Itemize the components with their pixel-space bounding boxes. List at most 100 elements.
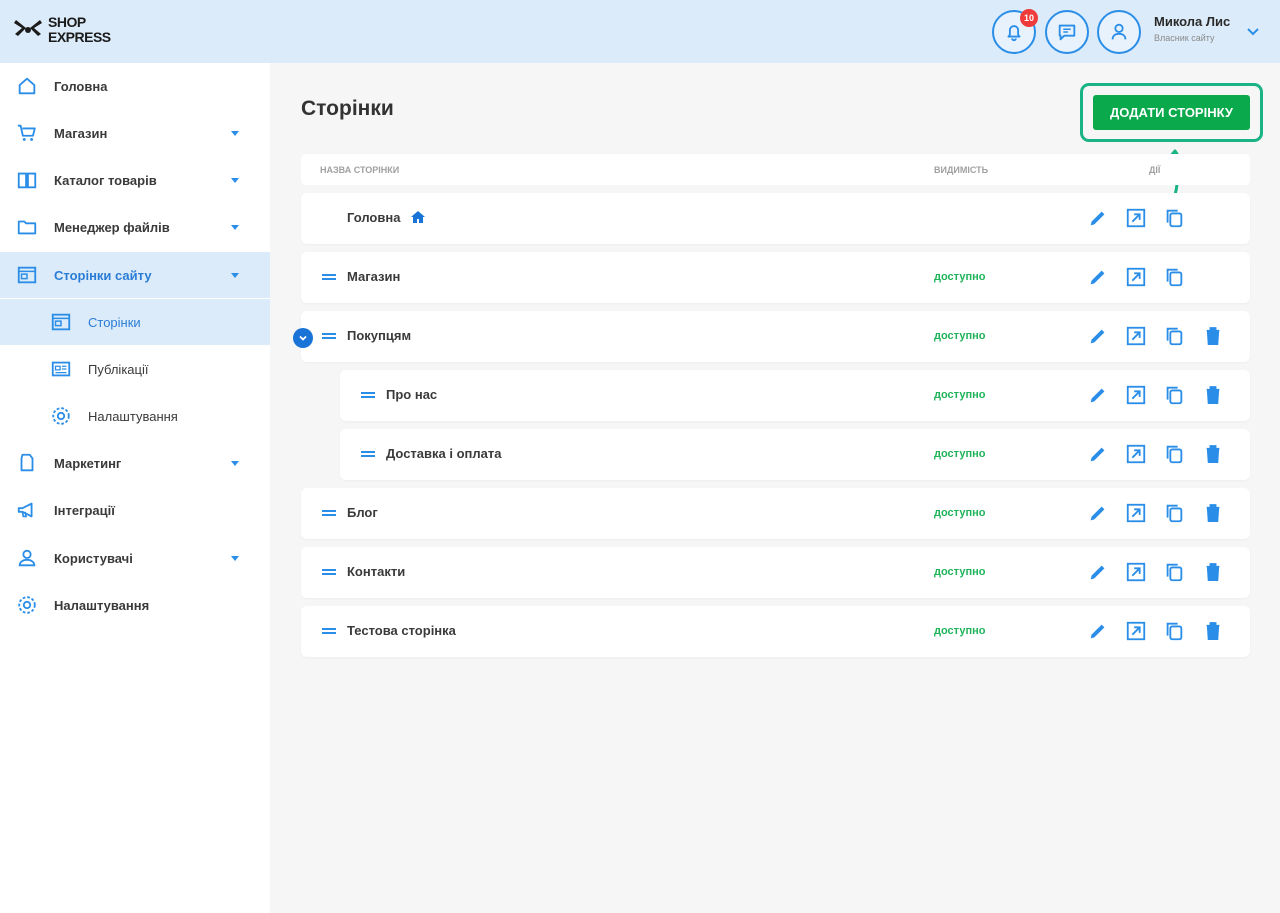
chevron-down-icon bbox=[299, 335, 307, 341]
visibility-status: доступно bbox=[934, 271, 986, 283]
open-page-icon[interactable] bbox=[1125, 207, 1147, 229]
newspaper-icon bbox=[51, 361, 71, 377]
table-row[interactable]: Доставка і оплата доступно bbox=[340, 429, 1250, 480]
open-page-icon[interactable] bbox=[1125, 443, 1147, 465]
user-icon bbox=[1111, 23, 1127, 40]
top-header: SHOP EXPRESS 10 Микола Лис Власник сайту bbox=[0, 0, 1280, 63]
user-role: Власник сайту bbox=[1154, 33, 1215, 43]
sidebar-item-marketing[interactable]: Маркетинг bbox=[0, 440, 270, 486]
sidebar-item-site-pages[interactable]: Сторінки сайту bbox=[0, 252, 270, 298]
user-info[interactable]: Микола Лис Власник сайту bbox=[1154, 14, 1230, 43]
sidebar-item-shop[interactable]: Магазин bbox=[0, 110, 270, 156]
table-row[interactable]: Тестова сторінка доступно bbox=[301, 606, 1250, 657]
trash-icon[interactable] bbox=[1202, 443, 1224, 465]
logo-text: SHOP EXPRESS bbox=[48, 14, 111, 45]
tag-icon bbox=[20, 453, 34, 472]
drag-handle-icon[interactable] bbox=[322, 508, 336, 518]
drag-handle-icon[interactable] bbox=[322, 626, 336, 636]
profile-button[interactable] bbox=[1097, 10, 1141, 54]
gear-icon bbox=[18, 596, 36, 614]
add-page-highlight: ДОДАТИ СТОРІНКУ bbox=[1080, 83, 1263, 142]
drag-handle-icon[interactable] bbox=[322, 331, 336, 341]
column-header-visibility: Видимість bbox=[934, 165, 989, 175]
sidebar-item-label: Налаштування bbox=[54, 597, 150, 613]
caret-down-icon bbox=[231, 556, 239, 561]
sidebar-item-home[interactable]: Головна bbox=[0, 63, 270, 109]
messages-button[interactable] bbox=[1045, 10, 1089, 54]
sidebar-item-label: Менеджер файлів bbox=[54, 219, 170, 235]
sidebar-item-pages[interactable]: Сторінки bbox=[0, 299, 270, 345]
sidebar-item-label: Головна bbox=[54, 78, 108, 94]
visibility-status: доступно bbox=[934, 330, 986, 342]
copy-icon[interactable] bbox=[1163, 443, 1185, 465]
caret-down-icon bbox=[231, 273, 239, 278]
table-row[interactable]: Блог доступно bbox=[301, 488, 1250, 539]
visibility-status: доступно bbox=[934, 625, 986, 637]
copy-icon[interactable] bbox=[1163, 325, 1185, 347]
copy-icon[interactable] bbox=[1163, 620, 1185, 642]
page-name: Про нас bbox=[386, 387, 438, 402]
edit-icon[interactable] bbox=[1087, 561, 1109, 583]
book-icon bbox=[17, 172, 37, 189]
sidebar-item-users[interactable]: Користувачі bbox=[0, 535, 270, 581]
page-name: Покупцям bbox=[347, 328, 412, 343]
sidebar-item-integrations[interactable]: Інтеграції bbox=[0, 487, 270, 533]
page-name: Тестова сторінка bbox=[347, 623, 456, 638]
chevron-down-icon[interactable] bbox=[1246, 24, 1260, 38]
sidebar-item-publications[interactable]: Публікації bbox=[0, 346, 270, 392]
copy-icon[interactable] bbox=[1163, 384, 1185, 406]
edit-icon[interactable] bbox=[1087, 207, 1109, 229]
table-row[interactable]: Покупцям доступно bbox=[301, 311, 1250, 362]
page-name: Контакти bbox=[347, 564, 406, 579]
open-page-icon[interactable] bbox=[1125, 620, 1147, 642]
trash-icon[interactable] bbox=[1202, 384, 1224, 406]
copy-icon[interactable] bbox=[1163, 207, 1185, 229]
open-page-icon[interactable] bbox=[1125, 502, 1147, 524]
edit-icon[interactable] bbox=[1087, 443, 1109, 465]
chat-icon bbox=[1058, 24, 1076, 41]
trash-icon[interactable] bbox=[1202, 325, 1224, 347]
open-page-icon[interactable] bbox=[1125, 384, 1147, 406]
logo-mark-icon bbox=[14, 20, 42, 36]
trash-icon[interactable] bbox=[1202, 502, 1224, 524]
trash-icon[interactable] bbox=[1202, 620, 1224, 642]
edit-icon[interactable] bbox=[1087, 325, 1109, 347]
sidebar-item-pages-settings[interactable]: Налаштування bbox=[0, 393, 270, 439]
column-header-name: Назва сторінки bbox=[320, 165, 400, 175]
notifications-button[interactable]: 10 bbox=[992, 9, 1038, 54]
copy-icon[interactable] bbox=[1163, 561, 1185, 583]
edit-icon[interactable] bbox=[1087, 502, 1109, 524]
drag-handle-icon[interactable] bbox=[322, 272, 336, 282]
table-row[interactable]: Про нас доступно bbox=[340, 370, 1250, 421]
drag-handle-icon[interactable] bbox=[361, 449, 375, 459]
sidebar-item-label: Сторінки bbox=[88, 314, 141, 330]
drag-handle-icon[interactable] bbox=[361, 390, 375, 400]
drag-handle-icon[interactable] bbox=[322, 567, 336, 577]
gear-icon bbox=[52, 407, 70, 425]
edit-icon[interactable] bbox=[1087, 384, 1109, 406]
open-page-icon[interactable] bbox=[1125, 266, 1147, 288]
visibility-status: доступно bbox=[934, 389, 986, 401]
user-icon bbox=[18, 549, 36, 567]
sidebar-item-catalog[interactable]: Каталог товарів bbox=[0, 157, 270, 203]
table-row[interactable]: Контакти доступно bbox=[301, 547, 1250, 598]
edit-icon[interactable] bbox=[1087, 266, 1109, 288]
add-page-button[interactable]: ДОДАТИ СТОРІНКУ bbox=[1093, 95, 1250, 130]
page-name: Магазин bbox=[347, 269, 401, 284]
open-page-icon[interactable] bbox=[1125, 325, 1147, 347]
trash-icon[interactable] bbox=[1202, 561, 1224, 583]
open-page-icon[interactable] bbox=[1125, 561, 1147, 583]
copy-icon[interactable] bbox=[1163, 502, 1185, 524]
sidebar-item-label: Каталог товарів bbox=[54, 172, 157, 188]
edit-icon[interactable] bbox=[1087, 620, 1109, 642]
collapse-children-button[interactable] bbox=[293, 328, 313, 348]
sidebar-item-settings[interactable]: Налаштування bbox=[0, 582, 270, 628]
copy-icon[interactable] bbox=[1163, 266, 1185, 288]
table-row[interactable]: Магазин доступно bbox=[301, 252, 1250, 303]
caret-down-icon bbox=[231, 131, 239, 136]
shop-express-logo[interactable]: SHOP EXPRESS bbox=[12, 14, 111, 46]
caret-down-icon bbox=[231, 461, 239, 466]
table-row[interactable]: Головна bbox=[301, 193, 1250, 244]
sidebar-item-file-manager[interactable]: Менеджер файлів bbox=[0, 204, 270, 250]
page-name: Блог bbox=[347, 505, 378, 520]
